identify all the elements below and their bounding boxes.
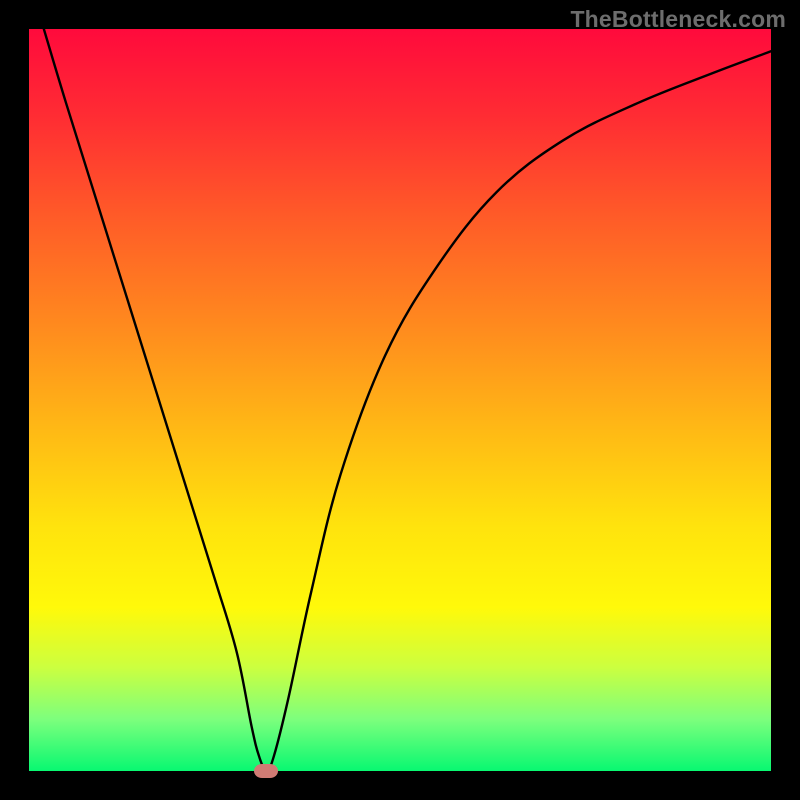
chart-frame: TheBottleneck.com: [0, 0, 800, 800]
plot-area: [29, 29, 771, 771]
minimum-marker: [254, 764, 278, 778]
watermark-text: TheBottleneck.com: [570, 6, 786, 33]
bottleneck-curve: [29, 29, 771, 771]
